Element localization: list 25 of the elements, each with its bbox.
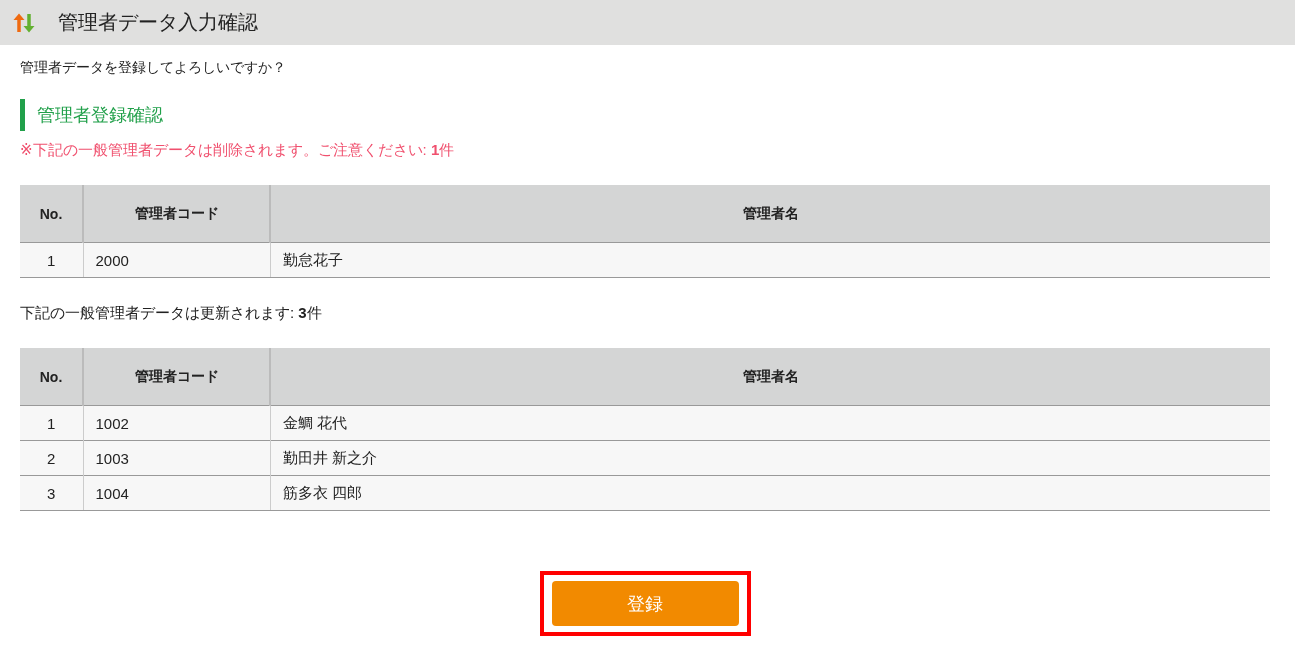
column-header: No. [20, 348, 83, 406]
column-header: 管理者名 [270, 348, 1270, 406]
table-cell: 1003 [83, 440, 270, 476]
column-header: 管理者コード [83, 185, 270, 243]
delete-warning: ※下記の一般管理者データは削除されます。ご注意ください: 1件 [20, 141, 456, 160]
table-cell: 1004 [83, 475, 270, 511]
table-cell: 勤怠花子 [270, 242, 1270, 278]
column-header: 管理者名 [270, 185, 1270, 243]
confirm-question: 管理者データを登録してよろしいですか？ [20, 59, 287, 77]
sort-arrows-icon [12, 11, 36, 34]
table-cell: 金鯛 花代 [270, 405, 1270, 441]
table-cell: 1002 [83, 405, 270, 441]
window-title: 管理者データ入力確認 [58, 10, 258, 35]
column-header: 管理者コード [83, 348, 270, 406]
table-cell: 2000 [83, 242, 270, 278]
table-cell: 2 [20, 440, 83, 476]
table-cell: 勤田井 新之介 [270, 440, 1270, 476]
column-header: No. [20, 185, 83, 243]
section-title: 管理者登録確認 [20, 99, 163, 131]
update-notice: 下記の一般管理者データは更新されます: 3件 [20, 304, 323, 323]
table-cell: 1 [20, 405, 83, 441]
table-cell: 3 [20, 475, 83, 511]
register-button[interactable]: 登録 [551, 581, 739, 626]
table-cell: 筋多衣 四郎 [270, 475, 1270, 511]
table-cell: 1 [20, 242, 83, 278]
